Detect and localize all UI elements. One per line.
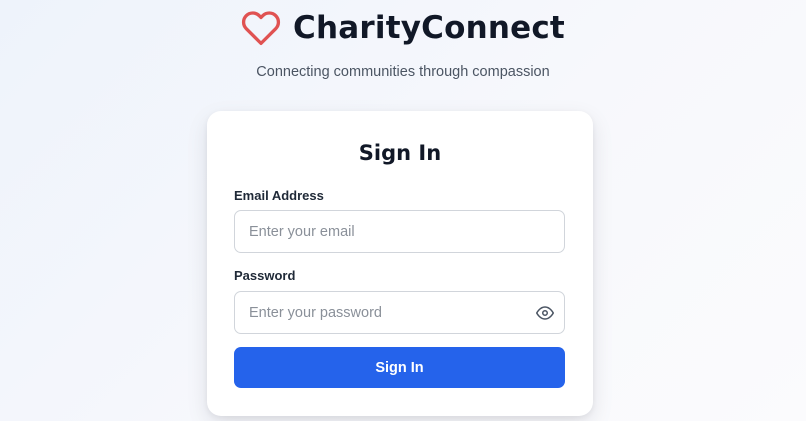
password-input[interactable]: [235, 292, 564, 333]
password-field-wrapper: [234, 291, 565, 334]
app-title: CharityConnect: [293, 10, 565, 46]
brand-header: CharityConnect: [0, 8, 806, 48]
heart-icon: [241, 11, 281, 46]
email-label: Email Address: [234, 188, 324, 203]
email-field-wrapper: [234, 210, 565, 253]
signin-title: Sign In: [358, 141, 442, 165]
tagline: Connecting communities through compassio…: [256, 64, 550, 80]
brand-lockup: CharityConnect: [241, 8, 565, 48]
login-page: CharityConnect Connecting communities th…: [0, 0, 806, 421]
signin-button[interactable]: Sign In: [234, 347, 565, 388]
email-input[interactable]: [235, 211, 564, 252]
eye-icon[interactable]: [536, 304, 554, 322]
signin-card: Sign In Email Address Password Sign In: [207, 111, 593, 416]
password-label: Password: [234, 268, 296, 283]
